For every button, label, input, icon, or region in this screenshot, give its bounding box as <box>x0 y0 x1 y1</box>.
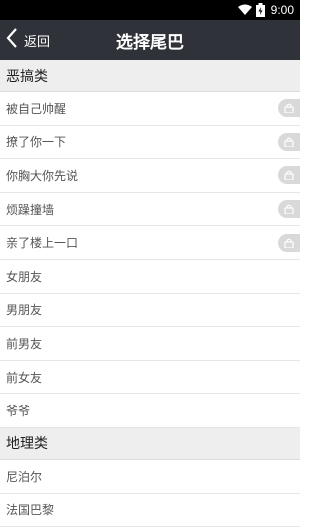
lock-icon <box>278 132 300 151</box>
lock-icon <box>278 99 300 118</box>
section-header: 恶搞类 <box>0 60 300 92</box>
list-item-label: 法国巴黎 <box>6 503 55 518</box>
list-item-label: 你胸大你先说 <box>6 168 79 183</box>
battery-charging-icon <box>255 3 265 17</box>
list-item-label: 男朋友 <box>6 303 43 318</box>
list-item[interactable]: 被自己帅醒 <box>0 92 300 126</box>
status-bar: 9:00 <box>0 0 300 20</box>
list-item[interactable]: 烦躁撞墙 <box>0 193 300 227</box>
list-item[interactable]: 你胸大你先说 <box>0 159 300 193</box>
list-item[interactable]: 爷爷 <box>0 394 300 428</box>
list-item[interactable]: 亲了楼上一口 <box>0 226 300 260</box>
lock-icon <box>278 166 300 185</box>
list-item-label: 撩了你一下 <box>6 135 67 150</box>
list-item-label: 被自己帅醒 <box>6 101 67 116</box>
list-item-label: 烦躁撞墙 <box>6 202 55 217</box>
list-item[interactable]: 尼泊尔 <box>0 460 300 494</box>
list-item-label: 爷爷 <box>6 404 31 419</box>
section-header: 地理类 <box>0 427 300 460</box>
list-item[interactable]: 前女友 <box>0 361 300 395</box>
status-time: 9:00 <box>270 3 294 17</box>
back-label: 返回 <box>24 34 51 50</box>
list-item[interactable]: 撩了你一下 <box>0 126 300 160</box>
chevron-left-icon <box>6 28 18 52</box>
list-item[interactable]: 前男友 <box>0 327 300 361</box>
lock-icon <box>278 200 300 219</box>
list-item-label: 亲了楼上一口 <box>6 236 79 251</box>
back-button[interactable]: 返回 <box>6 20 50 60</box>
list-item-label: 尼泊尔 <box>6 469 43 484</box>
wifi-icon <box>237 4 252 16</box>
list-item-label: 前女友 <box>6 370 43 385</box>
tail-list: 恶搞类 被自己帅醒 撩了你一下 你胸大你先说 烦躁撞墙 亲了楼上一口 女朋友 男… <box>0 60 300 528</box>
list-item-label: 女朋友 <box>6 269 43 284</box>
list-item[interactable]: 女朋友 <box>0 260 300 294</box>
list-item[interactable]: 男朋友 <box>0 294 300 328</box>
lock-icon <box>278 233 300 252</box>
list-item[interactable]: 法国巴黎 <box>0 494 300 528</box>
list-item-label: 前男友 <box>6 336 43 351</box>
title-bar: 返回 选择尾巴 <box>0 20 300 60</box>
